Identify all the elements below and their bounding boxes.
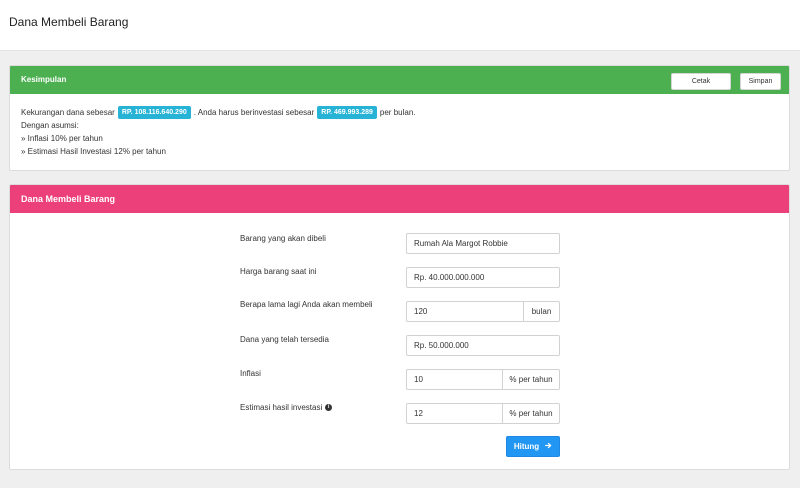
price-label-text: Harga barang saat ini [240,267,317,276]
assumption-item: » Estimasi Hasil Investasi 12% per tahun [21,146,166,156]
monthly-investment-badge: RP. 469.993.289 [317,106,377,119]
inflation-label-text: Inflasi [240,369,261,378]
top-bar: Dana Membeli Barang [0,0,800,51]
page-title: Dana Membeli Barang [9,15,129,29]
price-field-wrap [406,267,560,288]
form-title: Dana Membeli Barang [21,194,116,204]
return-field-wrap: % per tahun [406,403,560,424]
item-field-wrap [406,233,560,254]
summary-header: Kesimpulan Cetak Simpan [10,66,789,94]
arrow-right-icon [545,442,552,451]
inflation-unit-addon: % per tahun [503,369,560,390]
price-label: Harga barang saat ini [240,267,317,276]
duration-field-wrap: bulan [406,301,560,322]
duration-input[interactable] [406,301,524,322]
duration-label: Berapa lama lagi Anda akan membeli [240,300,373,309]
summary-card: Kesimpulan Cetak Simpan Kekurangan dana … [9,65,790,171]
summary-suffix: per bulan. [379,107,416,117]
funds-label: Dana yang telah tersedia [240,335,329,344]
assumptions-title: Dengan asumsi: [21,120,79,130]
summary-body: Kekurangan dana sebesar RP. 108.116.640.… [21,106,416,158]
return-input[interactable] [406,403,503,424]
summary-prefix: Kekurangan dana sebesar [21,107,115,117]
save-button[interactable]: Simpan [740,73,781,90]
item-label: Barang yang akan dibeli [240,234,326,243]
summary-middle: . Anda harus berinvestasi sebesar [193,107,315,117]
inflation-input[interactable] [406,369,503,390]
return-label-text: Estimasi hasil investasi [240,403,323,412]
shortfall-badge: RP. 108.116.640.290 [117,106,191,119]
return-label: Estimasi hasil investasi i [240,403,333,412]
duration-label-text: Berapa lama lagi Anda akan membeli [240,300,373,309]
funds-field-wrap [406,335,560,356]
calculate-button[interactable]: Hitung [506,436,560,457]
duration-unit-addon: bulan [524,301,560,322]
summary-title: Kesimpulan [21,75,67,84]
inflation-label: Inflasi [240,369,261,378]
summary-result-line: Kekurangan dana sebesar RP. 108.116.640.… [21,106,416,119]
item-input[interactable] [406,233,560,254]
info-circle-icon[interactable]: i [325,404,333,411]
price-input[interactable] [406,267,560,288]
assumption-item: » Inflasi 10% per tahun [21,133,103,143]
item-label-text: Barang yang akan dibeli [240,234,326,243]
funds-label-text: Dana yang telah tersedia [240,335,329,344]
inflation-field-wrap: % per tahun [406,369,560,390]
print-button[interactable]: Cetak [671,73,731,90]
form-header: Dana Membeli Barang [10,185,789,213]
form-card: Dana Membeli Barang Barang yang akan dib… [9,184,790,470]
funds-input[interactable] [406,335,560,356]
return-unit-addon: % per tahun [503,403,560,424]
calculate-button-label: Hitung [513,442,540,451]
